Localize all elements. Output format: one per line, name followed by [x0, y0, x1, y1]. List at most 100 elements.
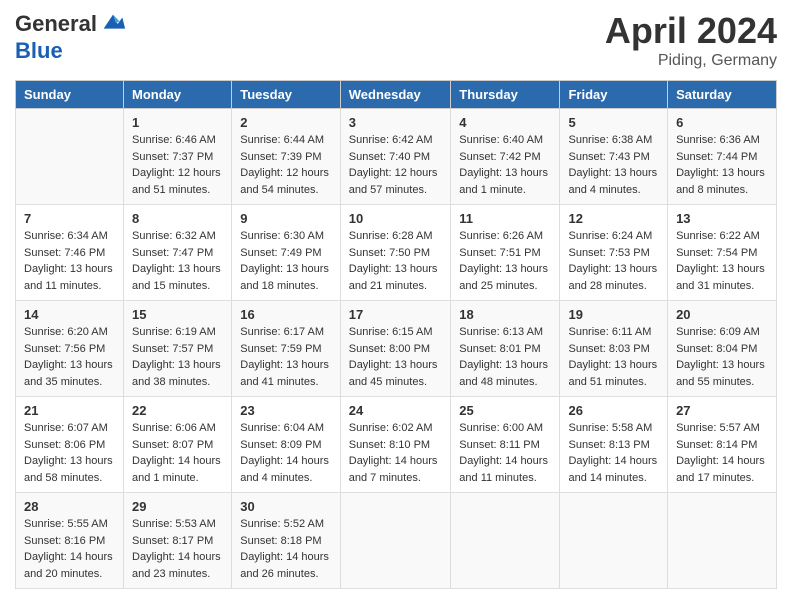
sunrise-text: Sunrise: 6:30 AM [240, 230, 324, 242]
table-row [451, 493, 560, 589]
sunrise-text: Sunrise: 6:00 AM [459, 422, 543, 434]
day-info: Sunrise: 6:26 AM Sunset: 7:51 PM Dayligh… [459, 228, 551, 294]
table-row: 3 Sunrise: 6:42 AM Sunset: 7:40 PM Dayli… [340, 109, 451, 205]
day-info: Sunrise: 6:11 AM Sunset: 8:03 PM Dayligh… [568, 324, 659, 390]
day-number: 14 [24, 307, 115, 322]
daylight-text: Daylight: 13 hours and 31 minutes. [676, 263, 765, 292]
table-row: 7 Sunrise: 6:34 AM Sunset: 7:46 PM Dayli… [16, 205, 124, 301]
daylight-text: Daylight: 13 hours and 4 minutes. [568, 167, 657, 196]
daylight-text: Daylight: 13 hours and 45 minutes. [349, 359, 438, 388]
sunset-text: Sunset: 8:13 PM [568, 439, 649, 451]
table-row: 15 Sunrise: 6:19 AM Sunset: 7:57 PM Dayl… [124, 301, 232, 397]
table-row: 14 Sunrise: 6:20 AM Sunset: 7:56 PM Dayl… [16, 301, 124, 397]
day-info: Sunrise: 6:06 AM Sunset: 8:07 PM Dayligh… [132, 420, 223, 486]
sunset-text: Sunset: 7:40 PM [349, 151, 430, 163]
day-info: Sunrise: 5:55 AM Sunset: 8:16 PM Dayligh… [24, 516, 115, 582]
daylight-text: Daylight: 14 hours and 17 minutes. [676, 455, 765, 484]
day-info: Sunrise: 6:32 AM Sunset: 7:47 PM Dayligh… [132, 228, 223, 294]
table-row: 30 Sunrise: 5:52 AM Sunset: 8:18 PM Dayl… [232, 493, 341, 589]
table-row: 1 Sunrise: 6:46 AM Sunset: 7:37 PM Dayli… [124, 109, 232, 205]
sunset-text: Sunset: 8:18 PM [240, 535, 321, 547]
sunset-text: Sunset: 8:14 PM [676, 439, 757, 451]
sunrise-text: Sunrise: 6:32 AM [132, 230, 216, 242]
day-number: 26 [568, 403, 659, 418]
table-row [16, 109, 124, 205]
table-row: 10 Sunrise: 6:28 AM Sunset: 7:50 PM Dayl… [340, 205, 451, 301]
day-number: 24 [349, 403, 443, 418]
sunset-text: Sunset: 7:37 PM [132, 151, 213, 163]
daylight-text: Daylight: 14 hours and 7 minutes. [349, 455, 438, 484]
sunrise-text: Sunrise: 6:42 AM [349, 134, 433, 146]
table-row: 29 Sunrise: 5:53 AM Sunset: 8:17 PM Dayl… [124, 493, 232, 589]
calendar-week-row: 7 Sunrise: 6:34 AM Sunset: 7:46 PM Dayli… [16, 205, 777, 301]
day-number: 10 [349, 211, 443, 226]
calendar-week-row: 14 Sunrise: 6:20 AM Sunset: 7:56 PM Dayl… [16, 301, 777, 397]
sunrise-text: Sunrise: 5:52 AM [240, 518, 324, 530]
day-info: Sunrise: 6:28 AM Sunset: 7:50 PM Dayligh… [349, 228, 443, 294]
day-number: 22 [132, 403, 223, 418]
day-info: Sunrise: 5:57 AM Sunset: 8:14 PM Dayligh… [676, 420, 768, 486]
day-number: 17 [349, 307, 443, 322]
header-sunday: Sunday [16, 81, 124, 109]
sunset-text: Sunset: 7:59 PM [240, 343, 321, 355]
title-area: April 2024 Piding, Germany [605, 10, 777, 70]
daylight-text: Daylight: 13 hours and 55 minutes. [676, 359, 765, 388]
table-row [560, 493, 668, 589]
day-number: 12 [568, 211, 659, 226]
sunrise-text: Sunrise: 6:24 AM [568, 230, 652, 242]
table-row: 4 Sunrise: 6:40 AM Sunset: 7:42 PM Dayli… [451, 109, 560, 205]
sunrise-text: Sunrise: 6:44 AM [240, 134, 324, 146]
daylight-text: Daylight: 14 hours and 23 minutes. [132, 551, 221, 580]
day-number: 1 [132, 115, 223, 130]
daylight-text: Daylight: 13 hours and 35 minutes. [24, 359, 113, 388]
sunset-text: Sunset: 8:11 PM [459, 439, 540, 451]
sunrise-text: Sunrise: 6:07 AM [24, 422, 108, 434]
daylight-text: Daylight: 12 hours and 54 minutes. [240, 167, 329, 196]
day-number: 2 [240, 115, 332, 130]
day-number: 27 [676, 403, 768, 418]
daylight-text: Daylight: 13 hours and 48 minutes. [459, 359, 548, 388]
header-thursday: Thursday [451, 81, 560, 109]
day-number: 20 [676, 307, 768, 322]
day-info: Sunrise: 6:09 AM Sunset: 8:04 PM Dayligh… [676, 324, 768, 390]
sunset-text: Sunset: 8:07 PM [132, 439, 213, 451]
day-number: 21 [24, 403, 115, 418]
sunset-text: Sunset: 8:01 PM [459, 343, 540, 355]
header-wednesday: Wednesday [340, 81, 451, 109]
day-number: 3 [349, 115, 443, 130]
table-row [340, 493, 451, 589]
table-row: 22 Sunrise: 6:06 AM Sunset: 8:07 PM Dayl… [124, 397, 232, 493]
sunrise-text: Sunrise: 5:55 AM [24, 518, 108, 530]
sunrise-text: Sunrise: 6:13 AM [459, 326, 543, 338]
table-row: 5 Sunrise: 6:38 AM Sunset: 7:43 PM Dayli… [560, 109, 668, 205]
sunrise-text: Sunrise: 6:26 AM [459, 230, 543, 242]
table-row: 23 Sunrise: 6:04 AM Sunset: 8:09 PM Dayl… [232, 397, 341, 493]
daylight-text: Daylight: 14 hours and 1 minute. [132, 455, 221, 484]
table-row: 2 Sunrise: 6:44 AM Sunset: 7:39 PM Dayli… [232, 109, 341, 205]
sunrise-text: Sunrise: 6:34 AM [24, 230, 108, 242]
day-number: 28 [24, 499, 115, 514]
daylight-text: Daylight: 14 hours and 4 minutes. [240, 455, 329, 484]
daylight-text: Daylight: 14 hours and 14 minutes. [568, 455, 657, 484]
day-number: 25 [459, 403, 551, 418]
day-info: Sunrise: 6:17 AM Sunset: 7:59 PM Dayligh… [240, 324, 332, 390]
sunrise-text: Sunrise: 5:58 AM [568, 422, 652, 434]
daylight-text: Daylight: 13 hours and 38 minutes. [132, 359, 221, 388]
sunrise-text: Sunrise: 6:15 AM [349, 326, 433, 338]
sunrise-text: Sunrise: 6:28 AM [349, 230, 433, 242]
header-saturday: Saturday [668, 81, 777, 109]
location-subtitle: Piding, Germany [605, 52, 777, 70]
sunset-text: Sunset: 8:03 PM [568, 343, 649, 355]
sunset-text: Sunset: 8:06 PM [24, 439, 105, 451]
calendar-week-row: 21 Sunrise: 6:07 AM Sunset: 8:06 PM Dayl… [16, 397, 777, 493]
sunset-text: Sunset: 7:46 PM [24, 247, 105, 259]
daylight-text: Daylight: 13 hours and 28 minutes. [568, 263, 657, 292]
day-number: 18 [459, 307, 551, 322]
table-row: 12 Sunrise: 6:24 AM Sunset: 7:53 PM Dayl… [560, 205, 668, 301]
weekday-header-row: Sunday Monday Tuesday Wednesday Thursday… [16, 81, 777, 109]
day-info: Sunrise: 6:07 AM Sunset: 8:06 PM Dayligh… [24, 420, 115, 486]
day-info: Sunrise: 6:19 AM Sunset: 7:57 PM Dayligh… [132, 324, 223, 390]
header-friday: Friday [560, 81, 668, 109]
sunrise-text: Sunrise: 6:02 AM [349, 422, 433, 434]
daylight-text: Daylight: 13 hours and 18 minutes. [240, 263, 329, 292]
